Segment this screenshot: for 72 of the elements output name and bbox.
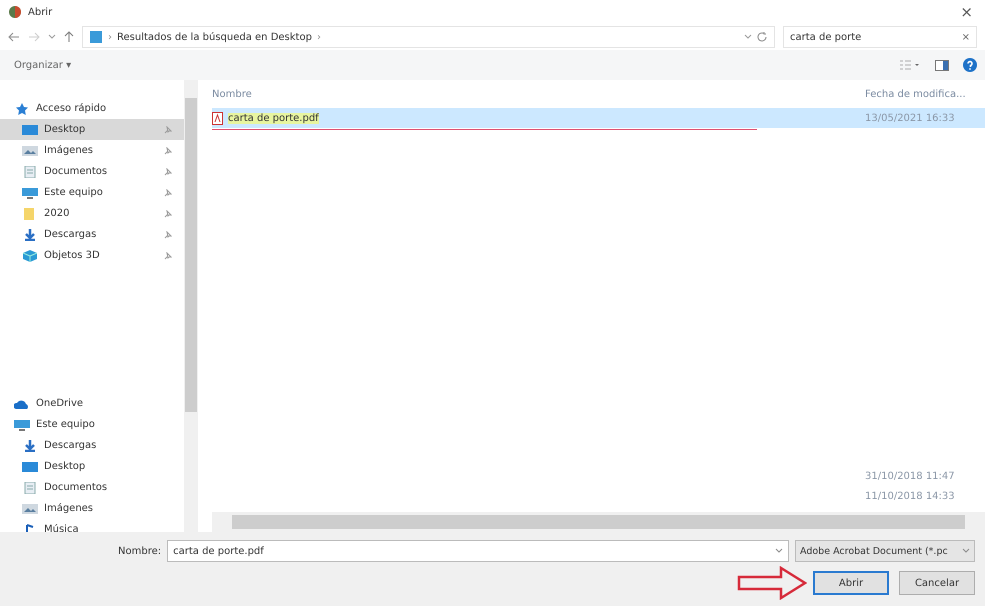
refresh-icon[interactable]: [757, 31, 768, 43]
pin-icon[interactable]: [164, 230, 172, 238]
sidebar-item[interactable]: Desktop: [0, 456, 184, 477]
sidebar-item[interactable]: Descargas: [0, 435, 184, 456]
sidebar-item[interactable]: Documentos: [0, 477, 184, 498]
sidebar-item[interactable]: Descargas: [0, 224, 184, 245]
dropdown-icon[interactable]: [48, 34, 56, 40]
star-icon: [14, 102, 30, 114]
scrollbar[interactable]: [212, 512, 985, 532]
sidebar-item[interactable]: Este equipo: [0, 414, 184, 435]
column-header[interactable]: Fecha de modifica...: [865, 88, 985, 100]
computer-icon: [14, 418, 30, 430]
date-cell-text: 31/10/2018 11:47: [865, 470, 956, 482]
desktop-icon: [22, 460, 38, 472]
address-field[interactable]: › Resultados de la búsqueda en Desktop ›: [82, 26, 775, 48]
column-header[interactable]: Nombre: [212, 88, 865, 100]
arrow-icon: [737, 566, 807, 600]
close-button[interactable]: ×: [956, 3, 977, 21]
forward-icon[interactable]: [28, 32, 40, 42]
organize-menu[interactable]: Organizar ▾: [14, 60, 72, 70]
sidebar-item[interactable]: Imágenes: [0, 498, 184, 519]
cube-icon: [22, 250, 38, 262]
name-label: Nombre:: [118, 546, 162, 556]
breadcrumb-separator[interactable]: ›: [108, 32, 112, 42]
pin-icon[interactable]: [164, 210, 172, 218]
pictures-icon: [22, 144, 38, 156]
back-icon[interactable]: [8, 32, 20, 42]
sidebar-item[interactable]: 2020: [0, 203, 184, 224]
date-cell-text: 11/10/2018 14:33: [865, 490, 956, 502]
sidebar-item[interactable]: Acceso rápido: [0, 98, 184, 119]
pdf-icon: [212, 112, 223, 124]
breadcrumb-item[interactable]: Resultados de la búsqueda en Desktop: [117, 32, 312, 42]
document-icon: [22, 482, 38, 494]
up-icon[interactable]: [64, 31, 74, 43]
pin-icon[interactable]: [164, 146, 172, 154]
cancel-button[interactable]: Cancelar: [899, 571, 975, 595]
pin-icon[interactable]: [164, 168, 172, 176]
document-icon: [22, 166, 38, 178]
preview-pane-icon[interactable]: [935, 60, 949, 70]
download-icon: [22, 228, 38, 240]
view-icon[interactable]: [899, 60, 921, 70]
pin-icon[interactable]: [164, 126, 172, 134]
window-title: Abrir: [28, 6, 52, 18]
file-name: carta de porte.pdf: [228, 112, 319, 124]
dropdown-icon[interactable]: [775, 548, 783, 554]
breadcrumb-separator[interactable]: ›: [316, 32, 321, 42]
cloud-icon: [14, 398, 30, 410]
sidebar-item[interactable]: Este equipo: [0, 182, 184, 203]
pictures-icon: [22, 502, 38, 514]
scrollbar[interactable]: [184, 80, 198, 532]
file-row[interactable]: carta de porte.pdf 13/05/2021 16:33: [212, 108, 985, 128]
sidebar-item[interactable]: Desktop: [0, 119, 184, 140]
search-folder-icon: [89, 30, 103, 44]
file-name-field[interactable]: carta de porte.pdf: [167, 540, 789, 562]
dropdown-icon[interactable]: [744, 34, 752, 40]
file-type-dropdown[interactable]: Adobe Acrobat Document (*.pc: [795, 540, 975, 562]
dropdown-icon: [962, 548, 970, 554]
sidebar-item[interactable]: OneDrive: [0, 393, 184, 414]
open-button[interactable]: Abrir: [813, 571, 889, 595]
sidebar-item[interactable]: Objetos 3D: [0, 245, 184, 266]
sidebar-item[interactable]: Música: [0, 519, 184, 532]
desktop-icon: [22, 124, 38, 136]
app-icon: [8, 5, 22, 19]
computer-icon: [22, 186, 38, 198]
sidebar-item[interactable]: Documentos: [0, 161, 184, 182]
sidebar-item[interactable]: Imágenes: [0, 140, 184, 161]
pin-icon[interactable]: [164, 252, 172, 260]
search-field[interactable]: carta de porte ×: [783, 26, 977, 48]
download-icon: [22, 440, 38, 452]
pin-icon[interactable]: [164, 188, 172, 196]
date-cell-text: 13/05/2021 16:33: [865, 112, 956, 124]
help-icon[interactable]: [963, 58, 977, 72]
